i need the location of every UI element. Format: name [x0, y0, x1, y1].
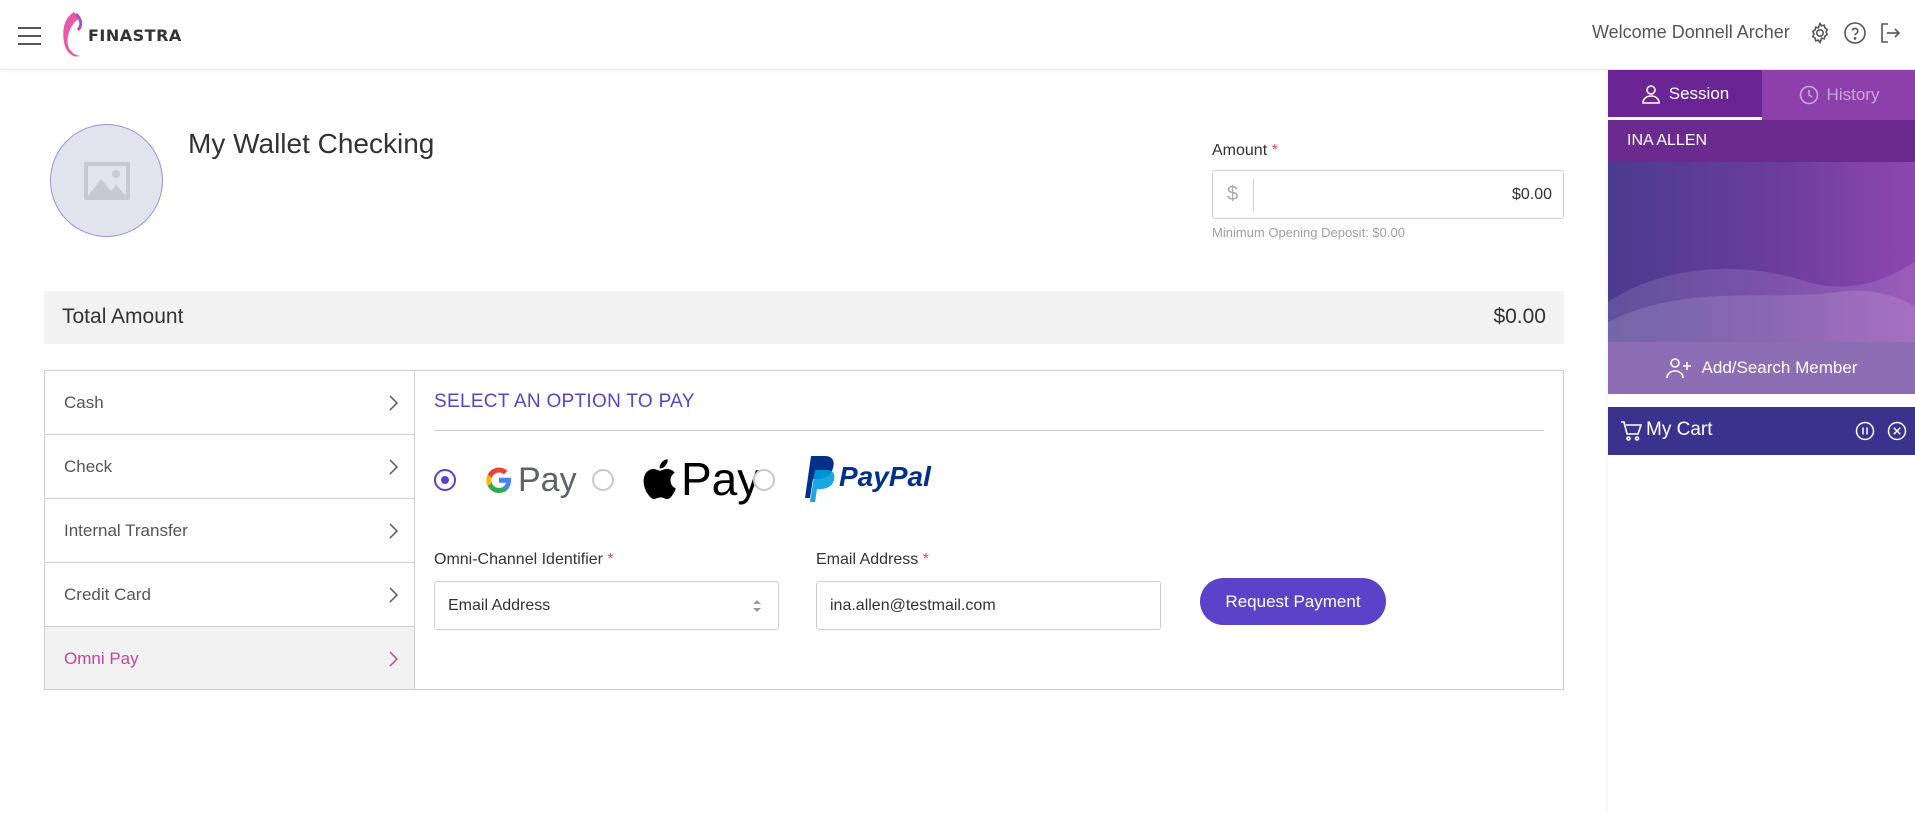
select-option-title: SELECT AN OPTION TO PAY [434, 391, 695, 412]
identifier-select[interactable]: Email Address [434, 581, 779, 630]
member-name: INA ALLEN [1608, 120, 1915, 162]
identifier-label-text: Omni-Channel Identifier [434, 551, 603, 568]
google-g-icon [486, 467, 511, 493]
sidebar-tabs: Session History [1608, 70, 1915, 120]
help-icon[interactable] [1843, 21, 1867, 45]
payment-method-credit-card[interactable]: Credit Card [45, 563, 414, 627]
my-cart-bar: My Cart [1608, 407, 1915, 455]
paypal-p-icon [805, 456, 835, 502]
payment-method-cash[interactable]: Cash [45, 371, 414, 435]
amount-divider [1253, 179, 1254, 211]
email-field[interactable] [816, 581, 1161, 630]
applepay-radio[interactable] [592, 469, 614, 491]
payment-method-omni-pay[interactable]: Omni Pay [45, 627, 414, 689]
chevron-right-icon [389, 651, 398, 667]
add-member-label: Add/Search Member [1701, 358, 1858, 377]
request-payment-button[interactable]: Request Payment [1200, 578, 1386, 625]
total-amount-bar: Total Amount $0.00 [44, 291, 1564, 344]
apple-icon [643, 459, 676, 500]
decorative-waves [1608, 262, 1915, 342]
product-title: My Wallet Checking [188, 128, 435, 159]
sort-arrows-icon [753, 600, 761, 612]
identifier-label: Omni-Channel Identifier * [434, 551, 614, 569]
clock-icon [1799, 85, 1818, 105]
divider [434, 430, 1544, 431]
applepay-text: Pay [681, 453, 761, 505]
minimum-deposit-text: Minimum Opening Deposit: $0.00 [1212, 225, 1405, 240]
required-asterisk: * [607, 551, 614, 568]
chevron-right-icon [389, 523, 398, 539]
total-amount-label: Total Amount [62, 305, 184, 328]
user-icon [1641, 84, 1660, 104]
email-label: Email Address * [816, 551, 929, 569]
amount-label-text: Amount [1212, 142, 1268, 159]
payment-method-list: Cash Check Internal Transfer Credit Card… [45, 371, 415, 689]
gpay-text: Pay [518, 460, 577, 499]
image-placeholder-icon [83, 161, 130, 200]
gpay-radio[interactable] [434, 469, 456, 491]
paypal-radio[interactable] [753, 469, 775, 491]
welcome-text: Welcome Donnell Archer [1592, 22, 1790, 42]
amount-input[interactable] [1255, 171, 1560, 218]
cart-icon [1621, 421, 1642, 441]
paypal-text: PayPal [839, 461, 931, 492]
hamburger-menu-icon[interactable] [18, 27, 41, 45]
member-card [1608, 162, 1915, 342]
logo-text: FINASTRA [88, 25, 182, 45]
finastra-logo-mark [63, 12, 82, 57]
chevron-right-icon [389, 587, 398, 603]
amount-field[interactable]: $ [1212, 170, 1564, 219]
payment-method-label: Internal Transfer [64, 521, 188, 540]
payment-method-label: Cash [64, 393, 104, 412]
required-asterisk: * [1271, 142, 1278, 159]
payment-method-label: Check [64, 457, 113, 476]
currency-symbol: $ [1227, 183, 1239, 205]
email-label-text: Email Address [816, 551, 919, 568]
pay-option-area: SELECT AN OPTION TO PAY Pay Pay PayPal O… [434, 371, 1544, 689]
tab-history-label: History [1826, 85, 1880, 104]
tab-session-label: Session [1668, 83, 1730, 103]
gpay-logo[interactable]: Pay [484, 459, 577, 501]
amount-label: Amount * [1212, 142, 1278, 160]
session-sidebar: Session History INA ALLEN Add/Search Mem… [1608, 70, 1915, 814]
tab-session[interactable]: Session [1608, 70, 1762, 120]
paypal-logo[interactable]: PayPal [797, 451, 931, 503]
add-search-member-button[interactable]: Add/Search Member [1608, 342, 1915, 394]
logout-icon[interactable] [1878, 21, 1902, 45]
applepay-logo[interactable]: Pay [641, 453, 760, 505]
payment-method-internal-transfer[interactable]: Internal Transfer [45, 499, 414, 563]
top-header: FINASTRA Welcome Donnell Archer [0, 0, 1915, 70]
product-image-placeholder [50, 124, 163, 237]
identifier-select-value: Email Address [448, 597, 551, 614]
finastra-logo[interactable]: FINASTRA [60, 10, 182, 60]
tab-history[interactable]: History [1762, 70, 1915, 120]
payment-method-label: Omni Pay [64, 649, 139, 668]
settings-gear-icon[interactable] [1808, 21, 1832, 45]
payment-method-check[interactable]: Check [45, 435, 414, 499]
pause-icon[interactable] [1855, 421, 1875, 441]
my-cart-title: My Cart [1646, 419, 1713, 440]
required-asterisk: * [922, 551, 929, 568]
add-user-icon [1665, 358, 1691, 379]
chevron-right-icon [389, 395, 398, 411]
close-icon[interactable] [1887, 421, 1907, 441]
payment-panel: Cash Check Internal Transfer Credit Card… [44, 370, 1564, 690]
total-amount-value: $0.00 [1493, 305, 1546, 328]
chevron-right-icon [389, 459, 398, 475]
payment-method-label: Credit Card [64, 585, 151, 604]
